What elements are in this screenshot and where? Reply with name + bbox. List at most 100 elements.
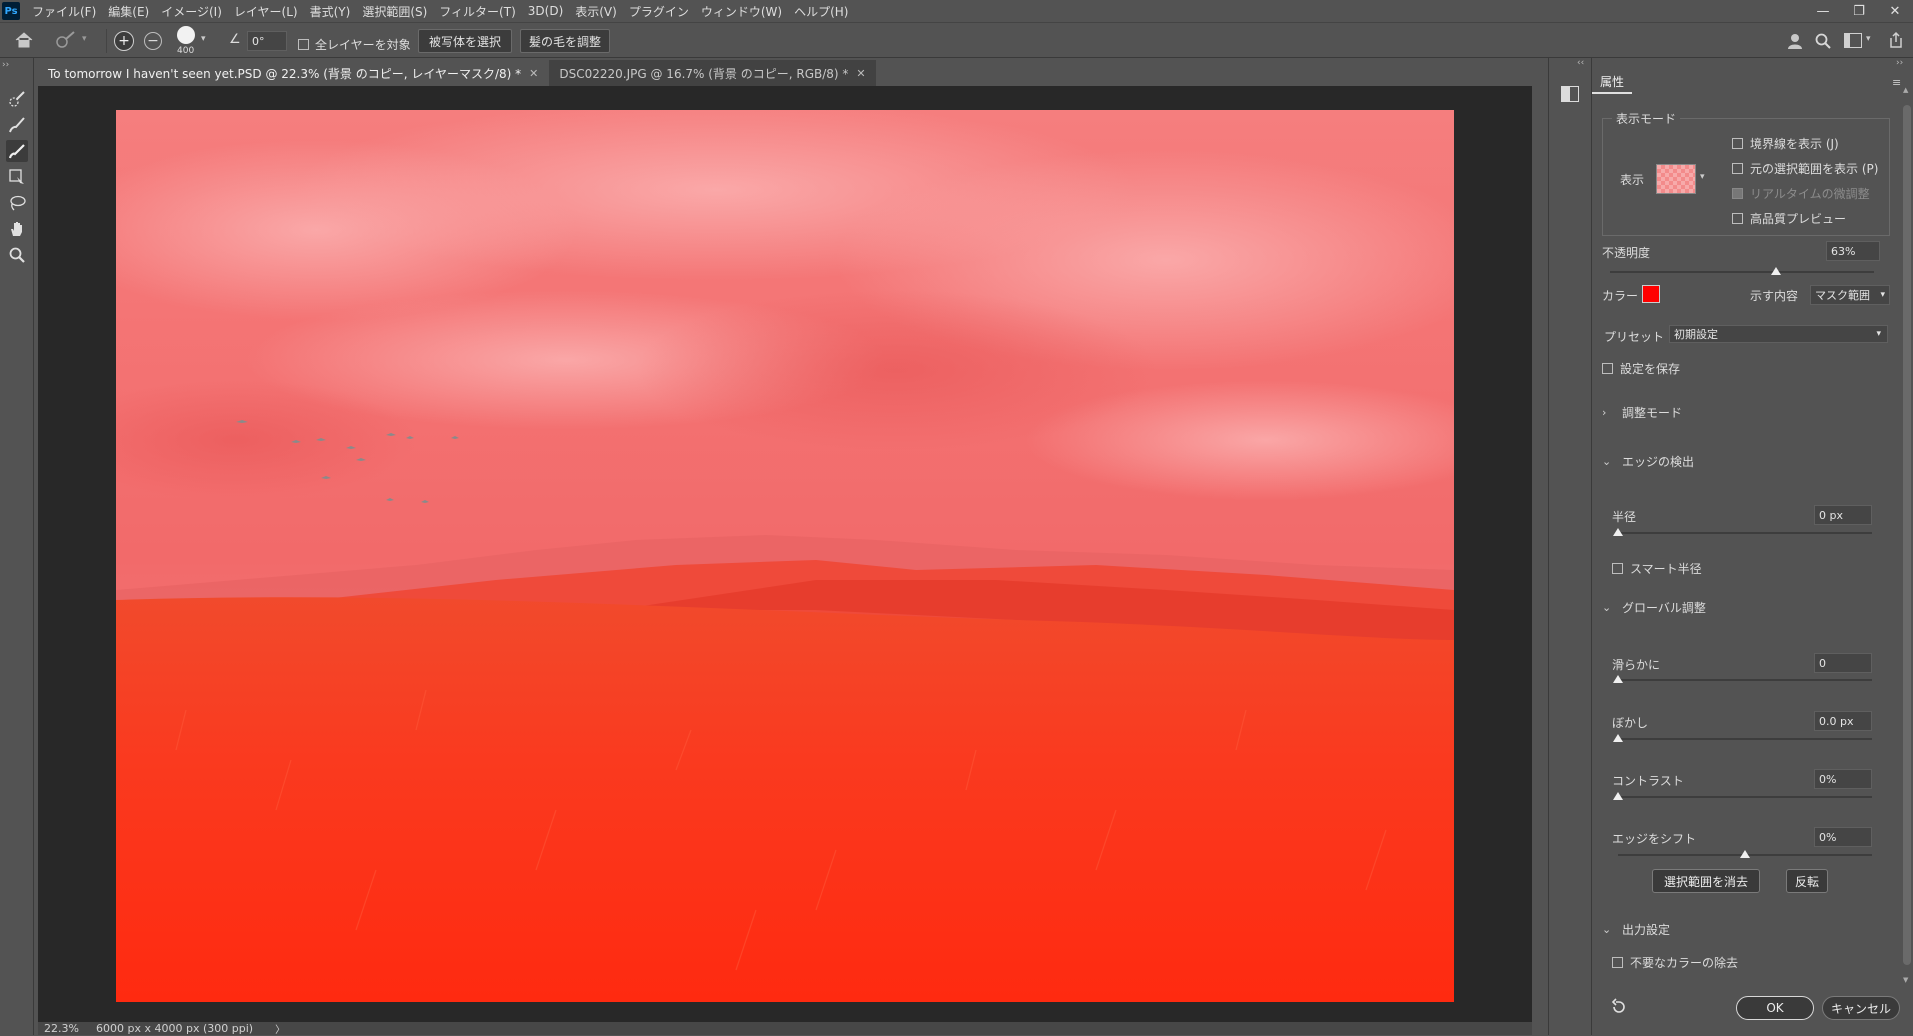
close-icon[interactable]: ✕	[856, 67, 865, 80]
canvas-area[interactable]	[38, 86, 1532, 1022]
decontaminate-colors-option[interactable]: 不要なカラーの除去	[1612, 954, 1738, 971]
clear-selection-button[interactable]: 選択範囲を消去	[1652, 869, 1760, 893]
radius-slider-track[interactable]	[1618, 532, 1872, 534]
restore-button[interactable]: ❐	[1841, 0, 1877, 22]
menu-view[interactable]: 表示(V)	[569, 3, 623, 20]
add-to-selection-icon[interactable]: +	[114, 31, 134, 51]
collapse-arrows-icon[interactable]: ››	[1896, 58, 1903, 68]
angle-input[interactable]: 0°	[247, 31, 287, 51]
feather-slider-thumb[interactable]	[1613, 734, 1623, 742]
menu-help[interactable]: ヘルプ(H)	[788, 3, 854, 20]
scrollbar-thumb[interactable]	[1903, 105, 1911, 965]
tab-document-jpg[interactable]: DSC02220.JPG @ 16.7% (背景 のコピー, RGB/8) * …	[549, 60, 876, 86]
remember-settings-checkbox[interactable]	[1602, 363, 1613, 374]
contrast-slider-track[interactable]	[1618, 796, 1872, 798]
show-original-option[interactable]: 元の選択範囲を表示 (P)	[1732, 160, 1878, 177]
tool-preset-icon[interactable]	[54, 30, 78, 50]
smart-radius-checkbox[interactable]	[1612, 563, 1623, 574]
decontaminate-colors-checkbox[interactable]	[1612, 957, 1623, 968]
object-selection-tool-icon[interactable]	[6, 166, 28, 188]
collapse-arrows-icon[interactable]: ‹‹	[1577, 58, 1584, 68]
menu-select[interactable]: 選択範囲(S)	[356, 3, 433, 20]
contrast-slider-thumb[interactable]	[1613, 792, 1623, 800]
brush-tool-icon[interactable]	[6, 140, 28, 162]
menu-plugins[interactable]: プラグイン	[623, 3, 695, 20]
reset-icon[interactable]	[1610, 998, 1628, 1016]
menu-file[interactable]: ファイル(F)	[26, 3, 102, 20]
show-edge-option[interactable]: 境界線を表示 (J)	[1732, 135, 1839, 152]
hq-preview-option[interactable]: 高品質プレビュー	[1732, 210, 1846, 227]
ok-button[interactable]: OK	[1736, 996, 1814, 1020]
shift-edge-slider-thumb[interactable]	[1740, 850, 1750, 858]
view-mode-thumbnail[interactable]	[1656, 164, 1696, 194]
panel-menu-icon[interactable]: ≡	[1892, 76, 1901, 89]
brush-size-preview-icon[interactable]	[177, 26, 195, 44]
opacity-input[interactable]: 63%	[1826, 241, 1880, 261]
menu-image[interactable]: イメージ(I)	[155, 3, 228, 20]
menu-3d[interactable]: 3D(D)	[522, 4, 569, 18]
cancel-button[interactable]: キャンセル	[1822, 996, 1900, 1020]
smart-radius-option[interactable]: スマート半径	[1612, 560, 1702, 577]
show-edge-checkbox[interactable]	[1732, 138, 1743, 149]
shift-edge-input[interactable]: 0%	[1814, 827, 1872, 847]
global-refinements-section-header[interactable]: ⌄ グローバル調整	[1602, 599, 1706, 616]
preset-select[interactable]: 初期設定 ▾	[1669, 325, 1888, 343]
collapse-arrows-icon[interactable]: ››	[2, 60, 9, 70]
menu-type[interactable]: 書式(Y)	[304, 3, 357, 20]
smooth-input[interactable]: 0	[1814, 653, 1872, 673]
edge-detection-section-header[interactable]: ⌄ エッジの検出	[1602, 453, 1694, 470]
close-icon[interactable]: ✕	[529, 67, 538, 80]
hand-tool-icon[interactable]	[6, 218, 28, 240]
document-canvas-image[interactable]	[116, 110, 1454, 1002]
menu-filter[interactable]: フィルター(T)	[433, 3, 521, 20]
lasso-tool-icon[interactable]	[6, 192, 28, 214]
tab-document-psd[interactable]: To tomorrow I haven't seen yet.PSD @ 22.…	[38, 60, 549, 86]
home-icon[interactable]	[14, 31, 34, 49]
chevron-down-icon[interactable]: ▾	[1700, 172, 1705, 182]
refine-mode-section-header[interactable]: › 調整モード	[1602, 404, 1682, 421]
quick-selection-tool-icon[interactable]	[6, 88, 28, 110]
properties-panel-icon[interactable]	[1561, 86, 1579, 102]
hq-preview-checkbox[interactable]	[1732, 213, 1743, 224]
tab-properties[interactable]: 属性	[1592, 70, 1633, 94]
smooth-slider-thumb[interactable]	[1613, 675, 1623, 683]
smooth-slider-track[interactable]	[1618, 679, 1872, 681]
color-swatch[interactable]	[1642, 285, 1660, 303]
close-button[interactable]: ✕	[1877, 0, 1913, 22]
opacity-slider-thumb[interactable]	[1771, 267, 1782, 275]
workspace-icon[interactable]	[1844, 33, 1862, 48]
contrast-input[interactable]: 0%	[1814, 769, 1872, 789]
refine-hair-button[interactable]: 髪の毛を調整	[520, 29, 610, 53]
remember-settings-option[interactable]: 設定を保存	[1602, 360, 1680, 377]
search-icon[interactable]	[1814, 32, 1832, 50]
select-subject-button[interactable]: 被写体を選択	[418, 29, 512, 53]
output-settings-section-header[interactable]: ⌄ 出力設定	[1602, 921, 1670, 938]
minimize-button[interactable]: —	[1805, 0, 1841, 22]
all-layers-option[interactable]: 全レイヤーを対象	[298, 36, 411, 53]
scroll-down-arrow-icon[interactable]: ▼	[1903, 976, 1908, 984]
chevron-down-icon[interactable]: ▾	[201, 34, 206, 44]
feather-input[interactable]: 0.0 px	[1814, 711, 1872, 731]
status-menu-arrow[interactable]: 〉	[275, 1021, 285, 1036]
subtract-from-selection-icon[interactable]: −	[144, 32, 162, 50]
radius-input[interactable]: 0 px	[1814, 505, 1872, 525]
zoom-tool-icon[interactable]	[6, 244, 28, 266]
user-account-icon[interactable]	[1786, 32, 1804, 50]
show-original-checkbox[interactable]	[1732, 163, 1743, 174]
radius-slider-thumb[interactable]	[1613, 528, 1623, 536]
opacity-slider-track[interactable]	[1610, 271, 1874, 273]
scroll-up-arrow-icon[interactable]: ▲	[1903, 86, 1908, 94]
panel-scrollbar[interactable]: ▲ ▼	[1903, 86, 1911, 984]
invert-button[interactable]: 反転	[1786, 869, 1828, 893]
chevron-down-icon[interactable]: ▾	[82, 34, 87, 44]
chevron-down-icon[interactable]: ▾	[1866, 34, 1871, 44]
menu-layer[interactable]: レイヤー(L)	[228, 3, 304, 20]
share-icon[interactable]	[1888, 31, 1904, 49]
refine-edge-brush-icon[interactable]	[6, 114, 28, 136]
indicates-select[interactable]: マスク範囲 ▾	[1810, 285, 1890, 305]
zoom-level[interactable]: 22.3%	[44, 1022, 92, 1035]
feather-slider-track[interactable]	[1618, 738, 1872, 740]
menu-edit[interactable]: 編集(E)	[102, 3, 155, 20]
all-layers-checkbox[interactable]	[298, 39, 309, 50]
menu-window[interactable]: ウィンドウ(W)	[695, 3, 788, 20]
